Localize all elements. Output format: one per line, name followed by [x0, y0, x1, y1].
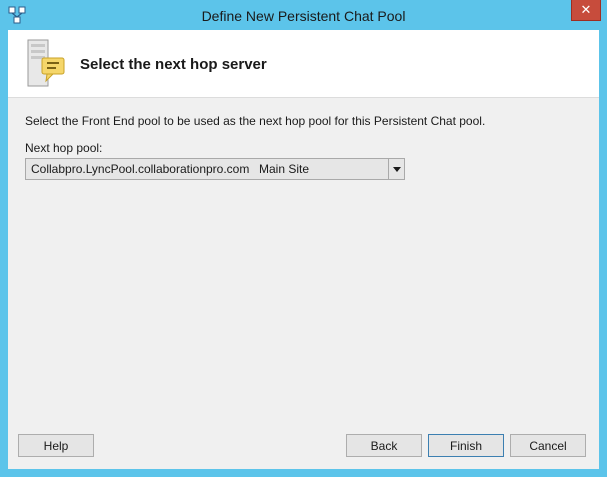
- dropdown-arrow-button[interactable]: [388, 159, 404, 179]
- close-icon: ✕: [580, 2, 592, 17]
- next-hop-pool-site: Main Site: [259, 162, 310, 176]
- dialog-window: Define New Persistent Chat Pool ✕ Select…: [0, 0, 607, 477]
- back-button[interactable]: Back: [346, 434, 422, 457]
- next-hop-pool-select[interactable]: Collabpro.LyncPool.collaborationpro.com …: [25, 158, 405, 180]
- cancel-button[interactable]: Cancel: [510, 434, 586, 457]
- finish-button[interactable]: Finish: [428, 434, 504, 457]
- wizard-header: Select the next hop server: [8, 30, 599, 98]
- title-bar[interactable]: Define New Persistent Chat Pool ✕: [0, 0, 607, 30]
- close-button[interactable]: ✕: [571, 0, 601, 21]
- next-hop-pool-label: Next hop pool:: [25, 141, 103, 155]
- help-button[interactable]: Help: [18, 434, 94, 457]
- server-chat-icon: [27, 39, 65, 87]
- page-title: Select the next hop server: [80, 56, 267, 73]
- chevron-down-icon: [392, 166, 401, 172]
- next-hop-pool-value: Collabpro.LyncPool.collaborationpro.com: [31, 162, 250, 176]
- dialog-client-area: Select the next hop server Select the Fr…: [8, 30, 599, 469]
- window-title: Define New Persistent Chat Pool: [201, 8, 406, 24]
- instruction-text: Select the Front End pool to be used as …: [25, 114, 486, 128]
